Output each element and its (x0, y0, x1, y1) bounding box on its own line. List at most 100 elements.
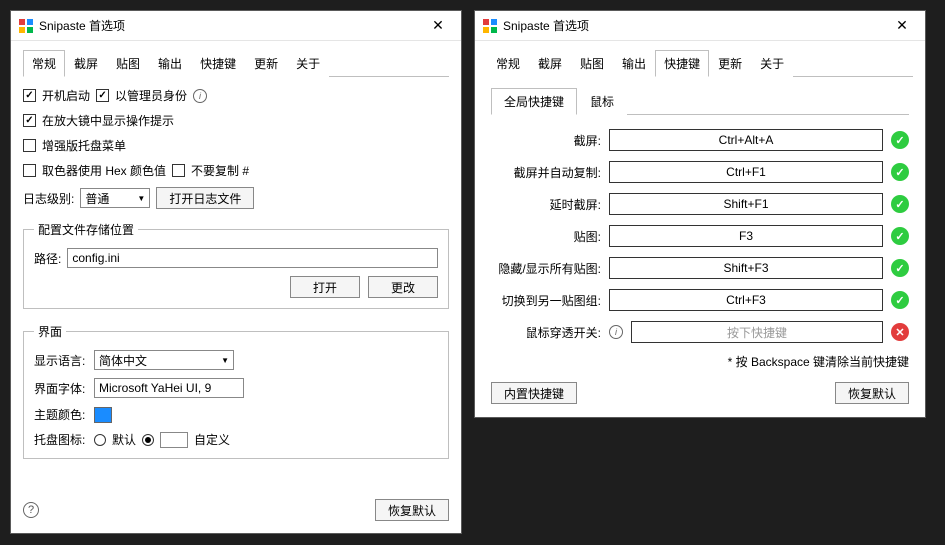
titlebar: Snipaste 首选项 ✕ (11, 11, 461, 41)
preferences-window-general: Snipaste 首选项 ✕ 常规 截屏 贴图 输出 快捷键 更新 关于 开机启… (10, 10, 462, 534)
builtin-hotkeys-button[interactable]: 内置快捷键 (491, 382, 577, 404)
hotkey-input[interactable]: Ctrl+F3 (609, 289, 883, 311)
open-config-button[interactable]: 打开 (290, 276, 360, 298)
status-ok-icon (891, 195, 909, 213)
tab-output[interactable]: 输出 (613, 50, 655, 77)
restore-defaults-button[interactable]: 恢复默认 (835, 382, 909, 404)
ui-font-value: Microsoft YaHei UI, 9 (99, 381, 211, 395)
status-bad-icon (891, 323, 909, 341)
hotkey-input[interactable]: Ctrl+Alt+A (609, 129, 883, 151)
ui-group-legend: 界面 (34, 323, 66, 340)
tab-output[interactable]: 输出 (149, 50, 191, 77)
hotkey-input[interactable]: F3 (609, 225, 883, 247)
hotkey-row: 贴图: F3 (491, 225, 909, 247)
startup-checkbox[interactable] (23, 89, 36, 102)
status-ok-icon (891, 291, 909, 309)
magnifier-tip-label: 在放大镜中显示操作提示 (42, 112, 174, 129)
chevron-down-icon: ▼ (137, 194, 145, 203)
hotkey-label: 隐藏/显示所有贴图: (491, 260, 601, 277)
hotkey-label: 贴图: (491, 228, 601, 245)
tab-update[interactable]: 更新 (709, 50, 751, 77)
tab-about[interactable]: 关于 (751, 50, 793, 77)
tray-custom-label: 自定义 (194, 431, 230, 448)
tab-paste[interactable]: 贴图 (571, 50, 613, 77)
tab-general[interactable]: 常规 (487, 50, 529, 77)
status-ok-icon (891, 227, 909, 245)
hotkey-label: 切换到另一贴图组: (491, 292, 601, 309)
config-path-value: config.ini (72, 251, 119, 265)
enhanced-tray-checkbox[interactable] (23, 139, 36, 152)
tab-hotkeys[interactable]: 快捷键 (655, 50, 709, 77)
no-copy-hash-checkbox[interactable] (172, 164, 185, 177)
path-label: 路径: (34, 250, 61, 267)
ui-font-label: 界面字体: (34, 380, 88, 397)
hex-color-label: 取色器使用 Hex 颜色值 (42, 162, 166, 179)
tray-default-radio[interactable] (94, 434, 106, 446)
log-level-select[interactable]: 普通 ▼ (80, 188, 150, 208)
subtab-mouse[interactable]: 鼠标 (577, 88, 627, 115)
mouse-through-hotkey-input[interactable]: 按下快捷键 (631, 321, 883, 343)
window-title: Snipaste 首选项 (39, 17, 423, 34)
backspace-note: * 按 Backspace 键清除当前快捷键 (491, 353, 909, 370)
hex-color-checkbox[interactable] (23, 164, 36, 177)
tab-hotkeys[interactable]: 快捷键 (191, 50, 245, 77)
tray-custom-swatch[interactable] (160, 432, 188, 448)
close-icon[interactable]: ✕ (887, 14, 917, 38)
tab-snip[interactable]: 截屏 (529, 50, 571, 77)
chevron-down-icon: ▼ (221, 356, 229, 365)
preferences-window-hotkeys: Snipaste 首选项 ✕ 常规 截屏 贴图 输出 快捷键 更新 关于 全局快… (474, 10, 926, 418)
theme-color-swatch[interactable] (94, 407, 112, 423)
hotkey-label: 延时截屏: (491, 196, 601, 213)
main-tabs: 常规 截屏 贴图 输出 快捷键 更新 关于 (487, 49, 913, 77)
hotkey-row: 截屏并自动复制: Ctrl+F1 (491, 161, 909, 183)
theme-color-label: 主题颜色: (34, 406, 88, 423)
tab-about[interactable]: 关于 (287, 50, 329, 77)
app-logo-icon (19, 19, 33, 33)
config-location-legend: 配置文件存储位置 (34, 221, 138, 238)
hotkey-label: 截屏: (491, 132, 601, 149)
tab-paste[interactable]: 贴图 (107, 50, 149, 77)
window-title: Snipaste 首选项 (503, 17, 887, 34)
hotkey-subtabs: 全局快捷键 鼠标 (491, 87, 909, 115)
subtab-global[interactable]: 全局快捷键 (491, 88, 577, 115)
help-icon[interactable] (23, 502, 39, 518)
admin-label: 以管理员身份 (115, 87, 187, 104)
tray-icon-label: 托盘图标: (34, 431, 88, 448)
tab-update[interactable]: 更新 (245, 50, 287, 77)
hotkey-input[interactable]: Ctrl+F1 (609, 161, 883, 183)
config-location-group: 配置文件存储位置 路径: config.ini 打开 更改 (23, 221, 449, 309)
app-logo-icon (483, 19, 497, 33)
open-log-button[interactable]: 打开日志文件 (156, 187, 254, 209)
info-icon[interactable] (193, 89, 207, 103)
display-lang-label: 显示语言: (34, 352, 88, 369)
magnifier-tip-checkbox[interactable] (23, 114, 36, 127)
mouse-through-label: 鼠标穿透开关: (491, 324, 601, 341)
hotkey-input[interactable]: Shift+F3 (609, 257, 883, 279)
change-config-button[interactable]: 更改 (368, 276, 438, 298)
tray-custom-radio[interactable] (142, 434, 154, 446)
ui-group: 界面 显示语言: 简体中文 ▼ 界面字体: Microsoft YaHei UI… (23, 323, 449, 459)
tab-snip[interactable]: 截屏 (65, 50, 107, 77)
hotkey-label: 截屏并自动复制: (491, 164, 601, 181)
tab-general[interactable]: 常规 (23, 50, 65, 77)
startup-label: 开机启动 (42, 87, 90, 104)
status-ok-icon (891, 163, 909, 181)
admin-checkbox[interactable] (96, 89, 109, 102)
log-level-value: 普通 (85, 190, 109, 207)
display-lang-select[interactable]: 简体中文 ▼ (94, 350, 234, 370)
info-icon[interactable] (609, 325, 623, 339)
status-ok-icon (891, 131, 909, 149)
restore-defaults-button[interactable]: 恢复默认 (375, 499, 449, 521)
hotkey-input[interactable]: Shift+F1 (609, 193, 883, 215)
display-lang-value: 简体中文 (99, 352, 147, 369)
hotkey-row: 切换到另一贴图组: Ctrl+F3 (491, 289, 909, 311)
status-ok-icon (891, 259, 909, 277)
log-level-label: 日志级别: (23, 190, 74, 207)
no-copy-hash-label: 不要复制 # (191, 162, 249, 179)
tray-default-label: 默认 (112, 431, 136, 448)
hotkey-row: 延时截屏: Shift+F1 (491, 193, 909, 215)
config-path-input[interactable]: config.ini (67, 248, 438, 268)
ui-font-input[interactable]: Microsoft YaHei UI, 9 (94, 378, 244, 398)
enhanced-tray-label: 增强版托盘菜单 (42, 137, 126, 154)
close-icon[interactable]: ✕ (423, 14, 453, 38)
